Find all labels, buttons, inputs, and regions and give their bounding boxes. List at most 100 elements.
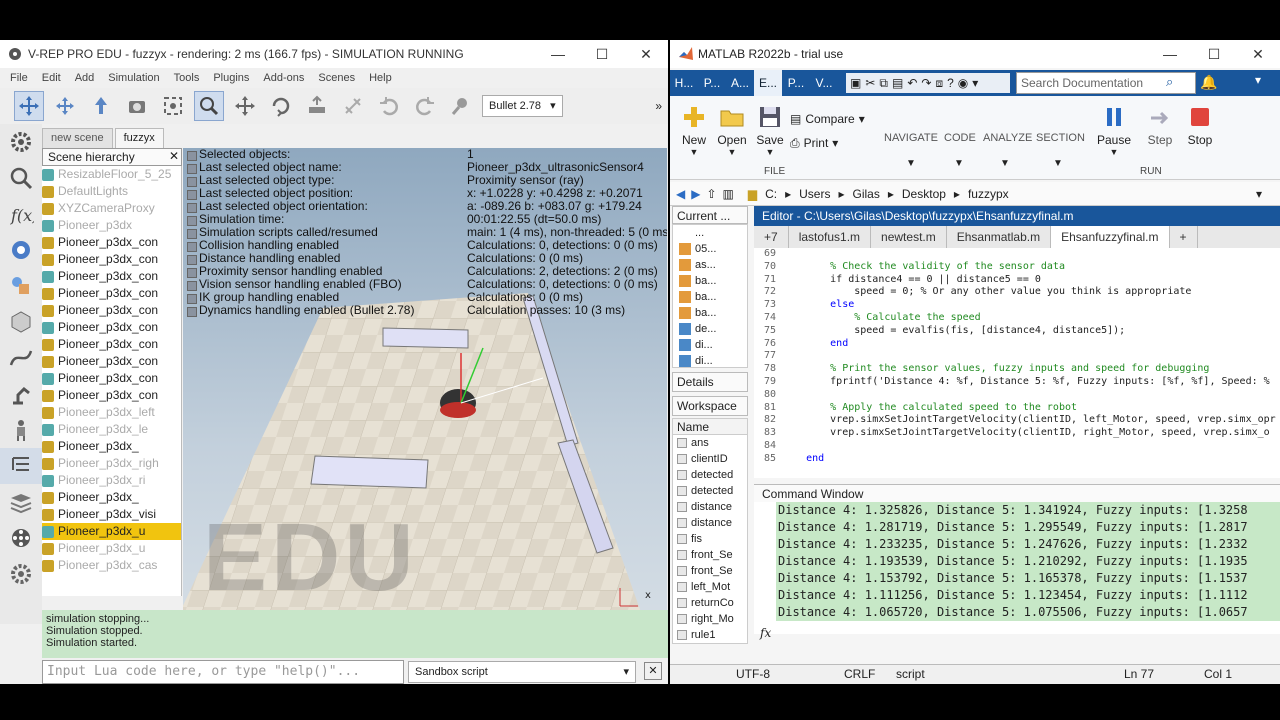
bell-icon[interactable]: 🔔	[1200, 74, 1217, 91]
hierarchy-item[interactable]: Pioneer_p3dx_con	[42, 336, 181, 353]
robot-model-button[interactable]	[0, 412, 42, 448]
maximize-button[interactable]: ☐	[580, 40, 624, 68]
path-segment[interactable]: Users	[799, 187, 830, 201]
folder-item[interactable]: de...	[673, 321, 747, 337]
hierarchy-item[interactable]: Pioneer_p3dx_	[42, 438, 181, 455]
tab-more-files[interactable]: +7	[754, 226, 789, 248]
new-button[interactable]: New ▼	[676, 104, 712, 157]
menu-help[interactable]: Help	[369, 68, 392, 88]
hierarchy-item[interactable]: Pioneer_p3dx_con	[42, 302, 181, 319]
object-properties-button[interactable]	[0, 304, 42, 340]
tab-fuzzyx[interactable]: fuzzyx	[114, 128, 164, 148]
hierarchy-item[interactable]: Pioneer_p3dx_con	[42, 319, 181, 336]
code-editor[interactable]: 69 70 % Check the validity of the sensor …	[754, 248, 1280, 478]
tab-home[interactable]: H...	[670, 70, 698, 96]
menu-addons[interactable]: Add-ons	[263, 68, 304, 88]
hierarchy-item[interactable]: Pioneer_p3dx_righ	[42, 455, 181, 472]
hierarchy-item[interactable]: DefaultLights	[42, 183, 181, 200]
scene-viewport[interactable]: x Selected objects: 1 Last selected object…	[183, 148, 667, 648]
workspace-variable[interactable]: rule1	[673, 627, 747, 643]
folder-item[interactable]: di...	[673, 337, 747, 353]
path-segment[interactable]: Desktop	[902, 187, 946, 201]
menu-edit[interactable]: Edit	[42, 68, 61, 88]
collision-detection-button[interactable]	[0, 232, 42, 268]
switch-windows-icon[interactable]: ⧈	[935, 76, 943, 91]
camera-pan-button[interactable]	[14, 91, 44, 121]
tab-view[interactable]: V...	[810, 70, 838, 96]
hierarchy-item[interactable]: Pioneer_p3dx_ri	[42, 472, 181, 489]
script-target-select[interactable]: Sandbox script ▾	[408, 661, 636, 683]
hierarchy-item[interactable]: Pioneer_p3dx_con	[42, 268, 181, 285]
tab-apps[interactable]: A...	[726, 70, 754, 96]
path-segment[interactable]: fuzzypx	[968, 187, 1009, 201]
ik-button[interactable]	[0, 376, 42, 412]
navigate-menu[interactable]: NAVIGATE	[884, 132, 938, 144]
back-arrow-icon[interactable]: ◀	[676, 187, 685, 201]
forward-arrow-icon[interactable]: ▶	[691, 187, 700, 201]
hierarchy-item[interactable]: Pioneer_p3dx	[42, 217, 181, 234]
camera-shift-button[interactable]	[86, 91, 116, 121]
menu-add[interactable]: Add	[75, 68, 95, 88]
section-menu[interactable]: SECTION	[1036, 132, 1085, 144]
help-icon[interactable]: ?	[947, 76, 954, 90]
assemble-button[interactable]	[302, 91, 332, 121]
menu-tools[interactable]: Tools	[174, 68, 200, 88]
physics-engine-select[interactable]: Bullet 2.78 ▾	[482, 95, 563, 117]
close-button[interactable]: ✕	[1236, 40, 1280, 68]
stop-button[interactable]: Stop	[1182, 104, 1218, 147]
transfer-dna-button[interactable]	[338, 91, 368, 121]
hierarchy-item[interactable]: Pioneer_p3dx_cas	[42, 557, 181, 574]
close-button[interactable]: ✕	[624, 40, 668, 68]
folder-item[interactable]: ...	[673, 225, 747, 241]
up-folder-icon[interactable]: ⇧	[706, 187, 716, 201]
layers-button[interactable]	[0, 484, 42, 520]
scene-hierarchy-toggle[interactable]	[0, 448, 42, 484]
camera-rotate-button[interactable]	[50, 91, 80, 121]
hierarchy-item[interactable]: Pioneer_p3dx_le	[42, 421, 181, 438]
print-button[interactable]: ⎙ Print ▾	[790, 136, 838, 151]
workspace-name-column[interactable]: Name	[673, 419, 747, 435]
community-icon[interactable]: ◉	[958, 76, 968, 90]
workspace-variable[interactable]: right_Mo	[673, 611, 747, 627]
calc-module-button[interactable]: f(x)	[0, 196, 42, 232]
tab-lastofus1[interactable]: lastofus1.m	[789, 226, 872, 248]
camera-angle-button[interactable]	[122, 91, 152, 121]
browse-folder-icon[interactable]: ▥	[723, 187, 734, 201]
menu-scenes[interactable]: Scenes	[318, 68, 355, 88]
path-segment[interactable]: C:	[765, 187, 777, 201]
dynamics-button[interactable]	[446, 91, 476, 121]
hierarchy-item[interactable]: Pioneer_p3dx_u	[42, 523, 181, 540]
hierarchy-item[interactable]: Pioneer_p3dx_	[42, 489, 181, 506]
open-button[interactable]: Open ▼	[714, 104, 750, 157]
tab-ehsanmatlab[interactable]: Ehsanmatlab.m	[947, 226, 1052, 248]
undo-button[interactable]	[374, 91, 404, 121]
hierarchy-item[interactable]: Pioneer_p3dx_con	[42, 251, 181, 268]
tab-plots[interactable]: P...	[698, 70, 726, 96]
search-icon[interactable]: ⌕	[1166, 74, 1173, 90]
workspace-variable[interactable]: detected	[673, 467, 747, 483]
tab-publish[interactable]: P...	[782, 70, 810, 96]
workspace-variable[interactable]: distance	[673, 499, 747, 515]
current-folder-header[interactable]: Current ...	[672, 206, 748, 224]
dropdown-icon[interactable]: ▾	[972, 76, 978, 90]
lua-command-input[interactable]: Input Lua code here, or type "help()"...	[42, 660, 404, 684]
tab-editor[interactable]: E...	[754, 70, 782, 96]
menu-plugins[interactable]: Plugins	[213, 68, 249, 88]
minimize-button[interactable]: —	[536, 40, 580, 68]
workspace-variable[interactable]: detected	[673, 483, 747, 499]
chevron-down-icon[interactable]: ▾	[1256, 187, 1262, 201]
expand-icon[interactable]: ▾	[1255, 73, 1261, 87]
model-browser-button[interactable]	[0, 160, 42, 196]
code-menu[interactable]: CODE	[944, 132, 976, 144]
close-icon[interactable]: ✕	[644, 662, 662, 680]
details-panel-header[interactable]: Details	[672, 372, 748, 392]
shape-edit-button[interactable]	[0, 268, 42, 304]
folder-item[interactable]: ba...	[673, 305, 747, 321]
folder-item[interactable]: ba...	[673, 273, 747, 289]
user-settings-button[interactable]	[0, 556, 42, 592]
video-recorder-button[interactable]	[0, 520, 42, 556]
hierarchy-item[interactable]: Pioneer_p3dx_visi	[42, 506, 181, 523]
save-icon[interactable]: ▣	[850, 76, 861, 90]
analyze-menu[interactable]: ANALYZE	[983, 132, 1032, 144]
simulation-settings-button[interactable]	[0, 124, 42, 160]
